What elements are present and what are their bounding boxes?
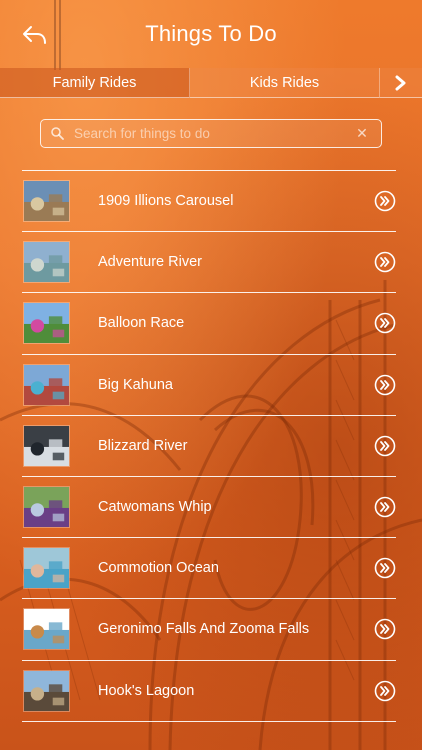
tab-kids-rides[interactable]: Kids Rides xyxy=(190,68,380,98)
search-input[interactable] xyxy=(74,126,353,141)
tabs-next-button[interactable] xyxy=(380,68,422,98)
list-item[interactable]: Balloon Race xyxy=(22,293,396,355)
list-item-label: Hook's Lagoon xyxy=(98,682,195,699)
double-chevron-circle-icon[interactable] xyxy=(374,190,396,212)
double-chevron-circle-icon[interactable] xyxy=(374,557,396,579)
list-item-label: Blizzard River xyxy=(98,437,188,454)
back-arrow-icon xyxy=(23,26,46,44)
double-chevron-circle-icon[interactable] xyxy=(374,496,396,518)
double-chevron-circle-icon[interactable] xyxy=(374,435,396,457)
list-item[interactable]: Big Kahuna xyxy=(22,355,396,416)
double-chevron-circle-icon[interactable] xyxy=(374,312,396,334)
ride-list: 1909 Illions Carousel Adventure River Ball… xyxy=(22,170,396,722)
tab-family-rides[interactable]: Family Rides xyxy=(0,68,190,98)
header-bar: Things To Do xyxy=(0,0,422,68)
search-box: ✕ xyxy=(40,119,382,148)
list-item-label: Big Kahuna xyxy=(98,376,173,393)
chevron-right-icon xyxy=(395,75,406,90)
list-item[interactable]: Geronimo Falls And Zooma Falls xyxy=(22,599,396,661)
ride-thumbnail xyxy=(23,669,70,712)
double-chevron-circle-icon[interactable] xyxy=(374,374,396,396)
list-item[interactable]: Catwomans Whip xyxy=(22,477,396,539)
ride-thumbnail xyxy=(23,424,70,467)
list-item[interactable]: Commotion Ocean xyxy=(22,538,396,600)
list-item[interactable]: 1909 Illions Carousel xyxy=(22,171,396,233)
list-item-label: Balloon Race xyxy=(98,315,185,332)
category-tabs: Family Rides Kids Rides xyxy=(0,68,422,98)
list-item-label: 1909 Illions Carousel xyxy=(98,193,234,210)
ride-thumbnail xyxy=(23,486,70,529)
double-chevron-circle-icon[interactable] xyxy=(374,618,396,640)
page-title: Things To Do xyxy=(145,21,277,46)
ride-thumbnail xyxy=(23,608,70,651)
ride-thumbnail xyxy=(23,180,70,223)
clear-icon[interactable]: ✕ xyxy=(353,125,371,142)
list-item[interactable]: Blizzard River xyxy=(22,416,396,477)
list-item-label: Adventure River xyxy=(98,254,202,271)
search-icon xyxy=(51,127,64,140)
ride-thumbnail xyxy=(23,363,70,406)
list-item-label: Geronimo Falls And Zooma Falls xyxy=(98,621,310,638)
ride-thumbnail xyxy=(23,241,70,284)
ride-thumbnail xyxy=(23,547,70,590)
double-chevron-circle-icon[interactable] xyxy=(374,680,396,702)
back-button[interactable] xyxy=(18,20,52,50)
ride-thumbnail xyxy=(23,302,70,345)
list-item[interactable]: Hook's Lagoon xyxy=(22,661,396,722)
double-chevron-circle-icon[interactable] xyxy=(374,251,396,273)
list-item-label: Commotion Ocean xyxy=(98,560,219,577)
list-item[interactable]: Adventure River xyxy=(22,232,396,294)
list-item-label: Catwomans Whip xyxy=(98,499,212,516)
